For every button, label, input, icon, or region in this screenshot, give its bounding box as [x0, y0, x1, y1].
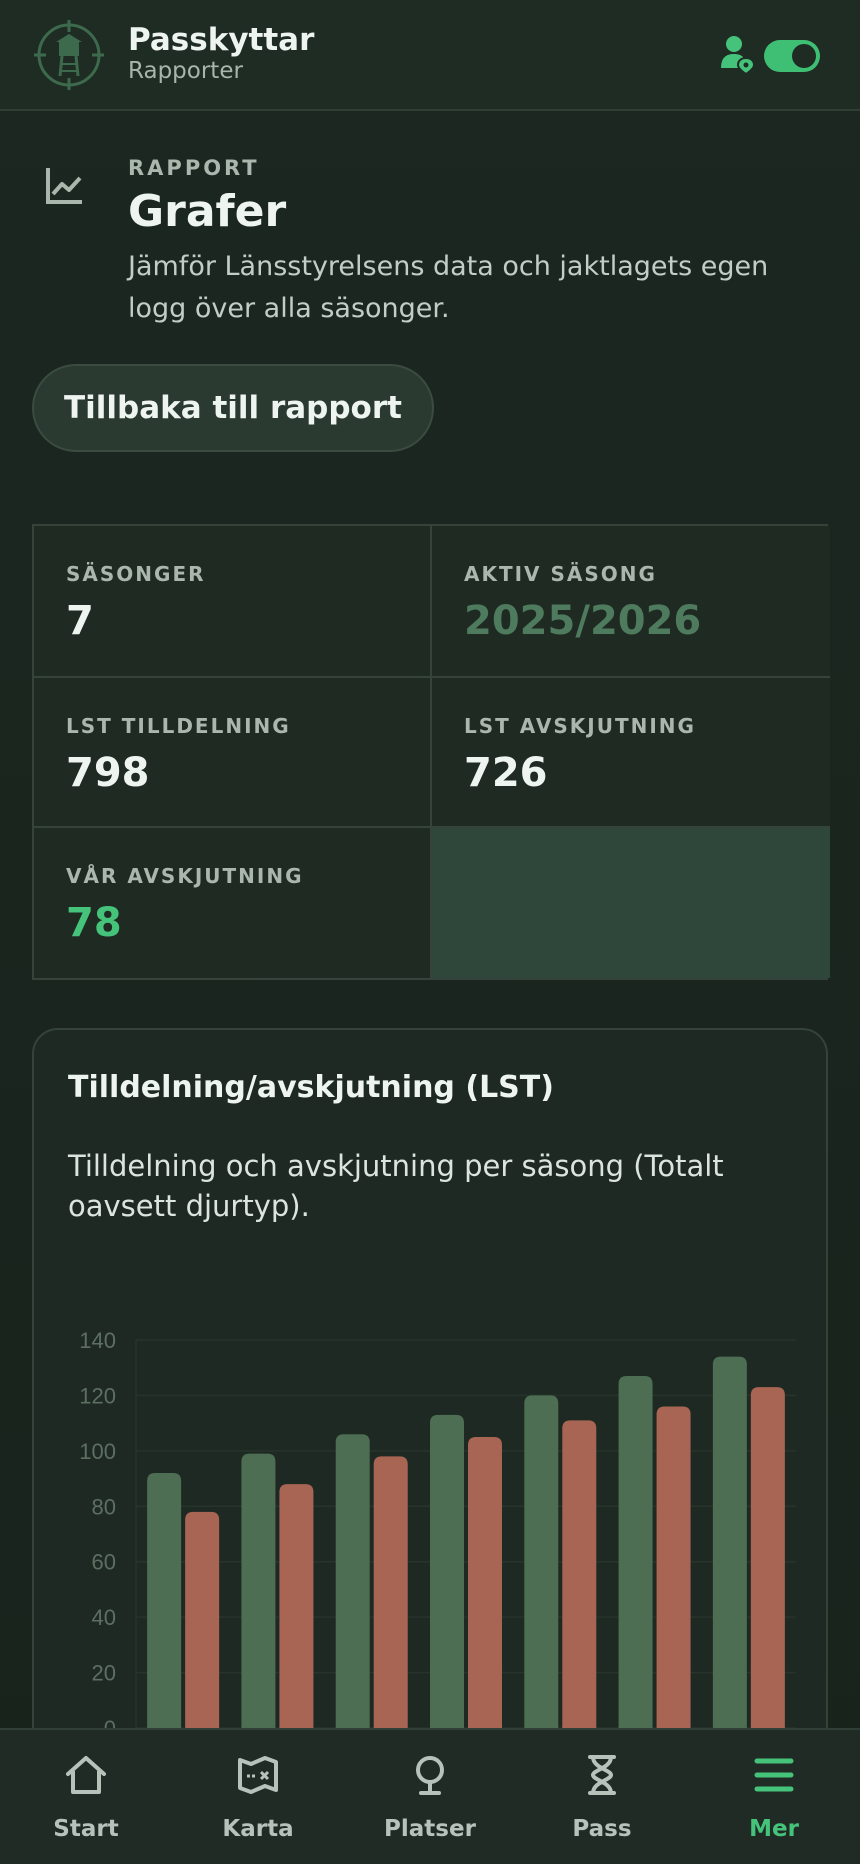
page-title: Grafer	[128, 186, 287, 237]
app-subtitle: Rapporter	[128, 58, 243, 84]
bar-series-1	[335, 1434, 370, 1728]
nav-item-pass[interactable]: Pass	[516, 1730, 688, 1864]
y-tick-label: 80	[92, 1494, 116, 1519]
bar-series-1	[430, 1414, 464, 1728]
bar-series-1	[241, 1453, 276, 1728]
page-description: Jämför Länsstyrelsens data och jaktlaget…	[128, 251, 769, 324]
home-icon	[66, 1756, 106, 1794]
stat-label: LST TILLDELNING	[66, 714, 291, 738]
chart-card-title: Tilldelning/avskjutning (LST)	[68, 1070, 554, 1105]
top-bar: Passkyttar Rapporter	[0, 0, 860, 111]
y-tick-label: 120	[79, 1383, 116, 1408]
menu-icon	[754, 1758, 794, 1792]
stat-label: AKTIV SÄSONG	[464, 562, 657, 586]
user-location-icon[interactable]	[720, 34, 754, 74]
bar-series-2	[373, 1456, 408, 1728]
nav-label: Platser	[384, 1816, 476, 1842]
hourglass-icon	[588, 1755, 616, 1795]
location-pin-icon	[416, 1756, 444, 1795]
bar-series-2	[656, 1406, 691, 1728]
toggle-knob	[792, 44, 816, 68]
stat-empty-cell	[432, 828, 830, 978]
bar-series-1	[712, 1356, 747, 1728]
y-tick-label: 60	[92, 1550, 116, 1575]
back-to-report-button[interactable]: Tillbaka till rapport	[32, 364, 434, 452]
stat-label: LST AVSKJUTNING	[464, 714, 696, 738]
nav-item-karta[interactable]: Karta	[172, 1730, 344, 1864]
app-title: Passkyttar	[128, 22, 315, 58]
stat-lst-allocation: LST TILLDELNING 798	[34, 678, 432, 828]
stats-grid: SÄSONGER 7 AKTIV SÄSONG 2025/2026 LST TI…	[32, 524, 830, 980]
hunting-tower-logo-icon	[34, 20, 104, 90]
bottom-nav: Start Karta Platser Pass Mer	[0, 1728, 860, 1864]
y-tick-label: 20	[92, 1661, 116, 1686]
chart-card-description: Tilldelning och avskjutning per säsong (…	[68, 1149, 724, 1223]
stat-our-harvest: VÅR AVSKJUTNING 78	[34, 828, 432, 978]
y-tick-label: 140	[79, 1328, 116, 1353]
y-tick-label: 100	[79, 1439, 116, 1464]
bar-series-2	[468, 1437, 502, 1728]
nav-label: Start	[53, 1816, 119, 1842]
nav-item-platser[interactable]: Platser	[344, 1730, 516, 1864]
app-root: Passkyttar Rapporter RAPPORT Grafer Jämf…	[0, 0, 860, 1864]
map-icon	[238, 1756, 278, 1794]
stat-value: 2025/2026	[464, 598, 702, 644]
nav-label: Karta	[222, 1816, 294, 1842]
page-eyebrow: RAPPORT	[128, 156, 260, 180]
bar-series-1	[618, 1376, 653, 1728]
bar-series-2	[750, 1387, 785, 1728]
stat-value: 78	[66, 900, 122, 946]
stat-value: 7	[66, 598, 94, 644]
bar-series-2	[185, 1511, 220, 1728]
stat-value: 798	[66, 750, 150, 796]
stat-label: VÅR AVSKJUTNING	[66, 864, 304, 888]
y-tick-label: 40	[92, 1605, 116, 1630]
stat-active-season: AKTIV SÄSONG 2025/2026	[432, 526, 830, 678]
nav-item-mer[interactable]: Mer	[688, 1730, 860, 1864]
nav-label: Mer	[749, 1816, 799, 1842]
bar-chart: 020406080100120140	[79, 1328, 796, 1741]
mode-toggle[interactable]	[764, 40, 820, 72]
stat-label: SÄSONGER	[66, 562, 206, 586]
stat-seasons: SÄSONGER 7	[34, 526, 432, 678]
line-chart-icon	[46, 168, 82, 204]
bar-series-2	[279, 1484, 314, 1728]
bar-series-1	[147, 1473, 182, 1728]
bar-series-1	[524, 1395, 559, 1728]
nav-label: Pass	[572, 1816, 632, 1842]
nav-item-start[interactable]: Start	[0, 1730, 172, 1864]
bar-series-2	[562, 1420, 597, 1728]
stat-lst-harvest: LST AVSKJUTNING 726	[432, 678, 830, 828]
stat-value: 726	[464, 750, 548, 796]
